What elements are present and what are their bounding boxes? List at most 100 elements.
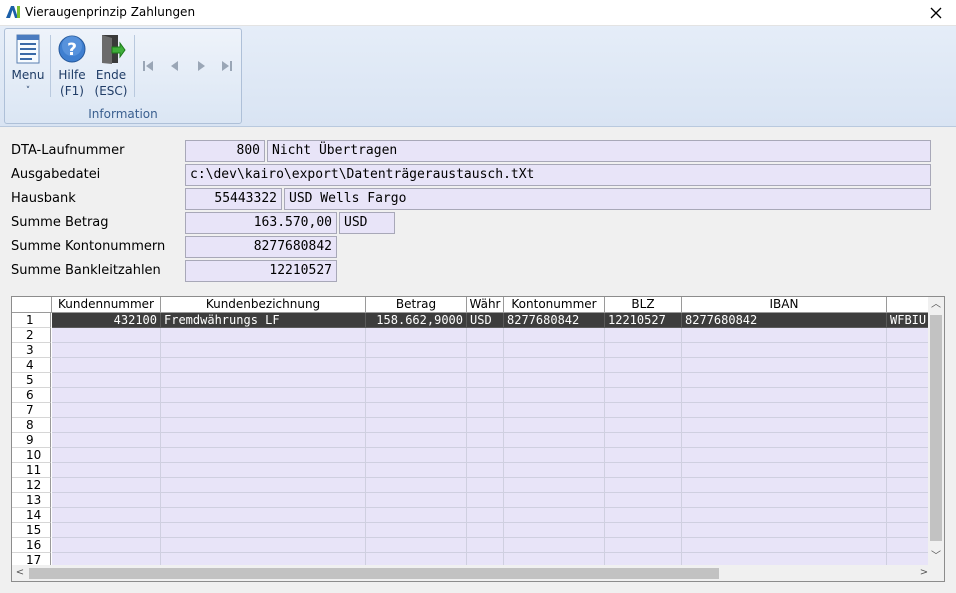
menu-button[interactable]: Menu ˅ <box>10 33 46 99</box>
cell-kontonummer[interactable] <box>504 358 605 373</box>
cell-betrag[interactable] <box>366 463 467 478</box>
column-header-blz[interactable]: BLZ <box>605 297 682 313</box>
cell-iban[interactable] <box>682 433 887 448</box>
cell-kontonummer[interactable] <box>504 403 605 418</box>
cell-bic[interactable] <box>887 403 932 418</box>
cell-kundennummer[interactable] <box>52 373 161 388</box>
scroll-right-icon[interactable]: > <box>916 565 932 581</box>
table-row[interactable]: 12 <box>12 478 932 493</box>
cell-iban[interactable] <box>682 343 887 358</box>
cell-blz[interactable] <box>605 433 682 448</box>
next-record-icon[interactable] <box>194 59 208 73</box>
cell-bic[interactable]: WFBIU <box>887 313 932 328</box>
column-header-kontonummer[interactable]: Kontonummer <box>504 297 605 313</box>
cell-kundennummer[interactable] <box>52 343 161 358</box>
cell-betrag[interactable] <box>366 343 467 358</box>
cell-kontonummer[interactable] <box>504 328 605 343</box>
hausbank-name-field[interactable]: USD Wells Fargo <box>284 188 931 210</box>
cell-betrag[interactable] <box>366 478 467 493</box>
cell-kundenbezeichnung[interactable] <box>161 343 366 358</box>
cell-kundennummer[interactable] <box>52 448 161 463</box>
cell-kontonummer[interactable] <box>504 538 605 553</box>
table-row[interactable]: 11 <box>12 463 932 478</box>
table-row[interactable]: 8 <box>12 418 932 433</box>
cell-kundenbezeichnung[interactable] <box>161 358 366 373</box>
column-header-bic[interactable] <box>887 297 932 313</box>
cell-blz[interactable] <box>605 343 682 358</box>
cell-iban[interactable] <box>682 508 887 523</box>
previous-record-icon[interactable] <box>168 59 182 73</box>
cell-waehrung[interactable] <box>467 448 504 463</box>
cell-blz[interactable] <box>605 478 682 493</box>
cell-bic[interactable] <box>887 463 932 478</box>
cell-betrag[interactable] <box>366 448 467 463</box>
first-record-icon[interactable] <box>141 59 155 73</box>
cell-iban[interactable] <box>682 448 887 463</box>
cell-iban[interactable] <box>682 538 887 553</box>
cell-iban[interactable] <box>682 388 887 403</box>
cell-kundenbezeichnung[interactable] <box>161 418 366 433</box>
cell-blz[interactable] <box>605 328 682 343</box>
cell-waehrung[interactable] <box>467 478 504 493</box>
cell-bic[interactable] <box>887 538 932 553</box>
cell-kontonummer[interactable] <box>504 343 605 358</box>
cell-waehrung[interactable] <box>467 358 504 373</box>
table-row[interactable]: 9 <box>12 433 932 448</box>
cell-kundennummer[interactable] <box>52 403 161 418</box>
vertical-scroll-thumb[interactable] <box>930 315 942 541</box>
help-button[interactable]: ? Hilfe (F1) <box>55 33 89 99</box>
hausbank-number-field[interactable]: 55443322 <box>185 188 282 210</box>
currency-field[interactable]: USD <box>339 212 395 234</box>
cell-iban[interactable] <box>682 358 887 373</box>
cell-betrag[interactable] <box>366 358 467 373</box>
dta-status-field[interactable]: Nicht Übertragen <box>267 140 931 162</box>
cell-kundenbezeichnung[interactable] <box>161 523 366 538</box>
cell-waehrung[interactable] <box>467 328 504 343</box>
cell-blz[interactable] <box>605 523 682 538</box>
cell-waehrung[interactable] <box>467 343 504 358</box>
table-row[interactable]: 1 432100 Fremdwährungs LF 158.662,9000 USD 82… <box>12 313 932 328</box>
cell-waehrung[interactable] <box>467 433 504 448</box>
cell-waehrung[interactable] <box>467 388 504 403</box>
cell-kundenbezeichnung[interactable]: Fremdwährungs LF <box>161 313 366 328</box>
cell-kundennummer[interactable] <box>52 388 161 403</box>
table-row[interactable]: 13 <box>12 493 932 508</box>
cell-kontonummer[interactable] <box>504 508 605 523</box>
cell-kundenbezeichnung[interactable] <box>161 388 366 403</box>
table-row[interactable]: 14 <box>12 508 932 523</box>
cell-waehrung[interactable] <box>467 493 504 508</box>
cell-kundenbezeichnung[interactable] <box>161 433 366 448</box>
column-header-kundennummer[interactable]: Kundennummer <box>52 297 161 313</box>
column-header-kundenbezeichnung[interactable]: Kundenbezichnung <box>161 297 366 313</box>
cell-bic[interactable] <box>887 508 932 523</box>
cell-betrag[interactable] <box>366 508 467 523</box>
cell-kundenbezeichnung[interactable] <box>161 463 366 478</box>
cell-bic[interactable] <box>887 418 932 433</box>
cell-kundennummer[interactable] <box>52 463 161 478</box>
cell-betrag[interactable] <box>366 538 467 553</box>
cell-iban[interactable] <box>682 418 887 433</box>
cell-betrag[interactable] <box>366 493 467 508</box>
cell-waehrung[interactable] <box>467 418 504 433</box>
cell-kundennummer[interactable] <box>52 478 161 493</box>
cell-betrag[interactable] <box>366 388 467 403</box>
table-row[interactable]: 3 <box>12 343 932 358</box>
cell-kundennummer[interactable] <box>52 523 161 538</box>
cell-kundennummer[interactable] <box>52 508 161 523</box>
cell-betrag[interactable] <box>366 433 467 448</box>
cell-iban[interactable] <box>682 493 887 508</box>
cell-kundennummer[interactable] <box>52 433 161 448</box>
cell-iban[interactable] <box>682 403 887 418</box>
cell-kontonummer[interactable] <box>504 448 605 463</box>
cell-kundenbezeichnung[interactable] <box>161 373 366 388</box>
cell-kontonummer[interactable] <box>504 523 605 538</box>
cell-kontonummer[interactable] <box>504 463 605 478</box>
table-row[interactable]: 15 <box>12 523 932 538</box>
cell-kontonummer[interactable] <box>504 373 605 388</box>
cell-iban[interactable] <box>682 478 887 493</box>
payments-grid[interactable]: Kundennummer Kundenbezichnung Betrag Wäh… <box>11 296 945 582</box>
cell-iban[interactable] <box>682 373 887 388</box>
cell-blz[interactable] <box>605 388 682 403</box>
column-header-iban[interactable]: IBAN <box>682 297 887 313</box>
cell-kundennummer[interactable] <box>52 418 161 433</box>
